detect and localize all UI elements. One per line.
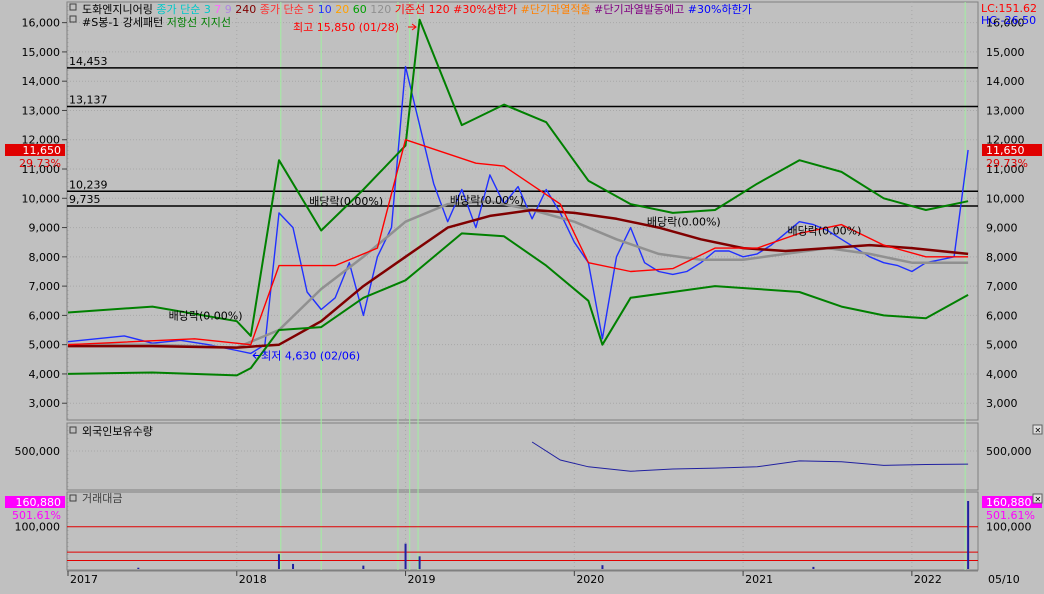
legend-entry: 120 (367, 3, 392, 16)
foreign-panel-title: 외국인보유수량 (82, 425, 153, 438)
y-tick-label-left: 14,000 (22, 75, 61, 88)
chart-canvas[interactable]: 14,453 13,137 10,239 9,735 최고 15,850 (01/28… (0, 0, 1044, 590)
y-tick-label-right: 9,000 (986, 222, 1018, 235)
volume-tick-right: 100,000 (986, 521, 1032, 534)
level-label: 10,239 (69, 178, 108, 191)
volume-bar (277, 554, 280, 569)
y-tick-label-right: 5,000 (986, 339, 1018, 352)
current-change-label-right: 29.73% (986, 157, 1028, 170)
y-tick-label-left: 5,000 (29, 339, 61, 352)
legend-entry: 240 (232, 3, 257, 16)
foreign-tick-right: 500,000 (986, 445, 1032, 458)
x-tick-label: 2018 (239, 573, 267, 586)
legend-entry: 기준선 120 (391, 3, 449, 16)
volume-bar (812, 566, 815, 569)
legend-entry: #S봉-1 강세패턴 (82, 16, 163, 29)
y-tick-label-left: 10,000 (22, 192, 61, 205)
y-tick-label-left: 6,000 (29, 309, 61, 322)
y-tick-label-left: 13,000 (22, 104, 61, 117)
volume-tick-left: 100,000 (15, 521, 61, 534)
volume-panel-close-button[interactable]: ✕ (1032, 493, 1043, 504)
x-date-label: 05/10 (988, 573, 1020, 586)
foreign-panel (66, 422, 979, 491)
legend-row1: 도화엔지니어링 종가 단순 3 7 9 240 종가 단순 5 10 20 60… (82, 2, 752, 16)
x-tick-label: 2021 (745, 573, 773, 586)
legend-entry: 9 (221, 3, 232, 16)
y-tick-label-right: 8,000 (986, 251, 1018, 264)
annotation-label: 최저 4,630 (02/06) (261, 349, 360, 362)
x-tick-label: 2019 (408, 573, 436, 586)
legend-entry: 7 (211, 3, 222, 16)
level-label: 13,137 (69, 93, 108, 106)
volume-bar (967, 501, 970, 569)
legend-entry: 종가 단순 3 (153, 3, 211, 16)
y-tick-label-left: 7,000 (29, 280, 61, 293)
y-tick-label-right: 14,000 (986, 75, 1025, 88)
volume-bar (601, 565, 604, 569)
y-tick-label-left: 15,000 (22, 46, 61, 59)
y-tick-label-right: 4,000 (986, 368, 1018, 381)
y-tick-label-left: 3,000 (29, 397, 61, 410)
volume-bar (404, 543, 407, 569)
x-tick-label: 2017 (70, 573, 98, 586)
y-tick-label-left: 8,000 (29, 251, 61, 264)
y-tick-label-right: 6,000 (986, 309, 1018, 322)
y-tick-label-right: 7,000 (986, 280, 1018, 293)
legend-row2: #S봉-1 강세패턴 저항선 지지선 (82, 16, 231, 29)
close-icon: ✕ (1035, 495, 1042, 504)
legend-entry: #단기과열발동예고 (591, 3, 685, 16)
legend-entry: 60 (349, 3, 367, 16)
annotation-label: 배당락(0.00%) (309, 195, 383, 208)
legend-entry: 종가 단순 5 (256, 3, 314, 16)
current-price-label-right: 11,650 (986, 144, 1025, 157)
y-tick-label-right: 10,000 (986, 192, 1025, 205)
legend-entry: 저항선 (163, 16, 197, 29)
y-tick-label-left: 16,000 (22, 17, 61, 30)
y-tick-label-left: 9,000 (29, 222, 61, 235)
volume-panel (66, 491, 979, 571)
volume-change-left: 501.61% (12, 509, 61, 522)
volume-bar (362, 565, 365, 569)
volume-bar (137, 567, 140, 569)
level-label: 14,453 (69, 55, 108, 68)
current-price-label-left: 11,650 (23, 144, 62, 157)
stock-chart[interactable]: 14,453 13,137 10,239 9,735 최고 15,850 (01/28… (0, 0, 1044, 590)
legend-entry: 10 (314, 3, 332, 16)
x-tick-label: 2022 (914, 573, 942, 586)
foreign-tick-left: 500,000 (15, 445, 61, 458)
volume-change-right: 501.61% (986, 509, 1035, 522)
y-tick-label-right: 3,000 (986, 397, 1018, 410)
level-label: 9,735 (69, 193, 101, 206)
legend-entry: 지지선 (197, 16, 231, 29)
annotation-label: 배당락(0.00%) (647, 216, 721, 229)
legend-entry: #30%상한가 (450, 3, 518, 16)
volume-panel-title: 거래대금 (82, 492, 122, 505)
legend-entry: #단기과열적출 (517, 3, 590, 16)
legend-entry: #30%하한가 (684, 2, 752, 16)
y-tick-label-left: 4,000 (29, 368, 61, 381)
volume-bar (418, 556, 421, 569)
annotation-label: 배당락(0.00%) (450, 194, 524, 207)
y-tick-label-right: 13,000 (986, 104, 1025, 117)
close-icon: ✕ (1035, 426, 1042, 435)
foreign-panel-close-button[interactable]: ✕ (1032, 424, 1043, 435)
hc-label: HC:-26.50 (981, 14, 1036, 27)
legend-entry: 20 (332, 3, 350, 16)
annotation-label: 배당락(0.00%) (787, 224, 861, 237)
annotation-label: 배당락(0.00%) (169, 309, 243, 322)
annotation-label: 최고 15,850 (01/28) (293, 21, 399, 34)
y-tick-label-right: 15,000 (986, 46, 1025, 59)
volume-current-right: 160,880 (986, 496, 1032, 509)
volume-current-left: 160,880 (16, 496, 62, 509)
legend-entry: 도화엔지니어링 (82, 3, 153, 16)
volume-bar (292, 563, 295, 569)
current-change-label-left: 29.73% (19, 157, 61, 170)
x-tick-label: 2020 (576, 573, 604, 586)
